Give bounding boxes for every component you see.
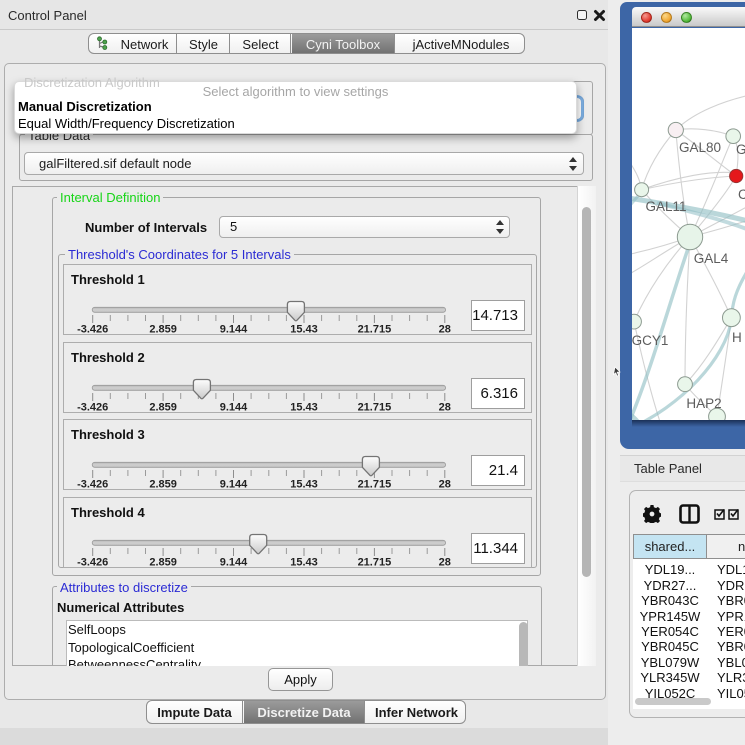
svg-text:15.43: 15.43 [290, 324, 318, 336]
svg-text:HAP2: HAP2 [686, 396, 721, 411]
svg-text:GAL80: GAL80 [679, 140, 721, 155]
svg-text:GA: GA [736, 142, 745, 157]
svg-text:21.715: 21.715 [358, 324, 392, 336]
svg-text:-3.426: -3.426 [77, 402, 108, 414]
svg-text:2.859: 2.859 [149, 324, 177, 336]
svg-text:2.859: 2.859 [149, 402, 177, 414]
svg-text:28: 28 [439, 402, 451, 414]
svg-text:15.43: 15.43 [290, 479, 318, 491]
svg-text:H: H [732, 330, 742, 345]
svg-text:28: 28 [439, 557, 451, 569]
svg-text:28: 28 [439, 324, 451, 336]
svg-text:15.43: 15.43 [290, 557, 318, 569]
svg-text:21.715: 21.715 [358, 557, 392, 569]
svg-text:15.43: 15.43 [290, 402, 318, 414]
svg-text:-3.426: -3.426 [77, 324, 108, 336]
svg-text:9.144: 9.144 [220, 479, 248, 491]
svg-text:2.859: 2.859 [149, 557, 177, 569]
svg-text:C: C [738, 187, 745, 202]
svg-text:2.859: 2.859 [149, 479, 177, 491]
svg-text:9.144: 9.144 [220, 557, 248, 569]
svg-text:9.144: 9.144 [220, 324, 248, 336]
svg-text:9.144: 9.144 [220, 402, 248, 414]
svg-text:21.715: 21.715 [358, 479, 392, 491]
svg-text:GAL4: GAL4 [694, 251, 729, 266]
svg-text:28: 28 [439, 479, 451, 491]
svg-text:-3.426: -3.426 [77, 557, 108, 569]
svg-text:GAL11: GAL11 [645, 199, 686, 214]
svg-text:21.715: 21.715 [358, 402, 392, 414]
svg-text:-3.426: -3.426 [77, 479, 108, 491]
svg-text:GCY1: GCY1 [632, 333, 668, 348]
